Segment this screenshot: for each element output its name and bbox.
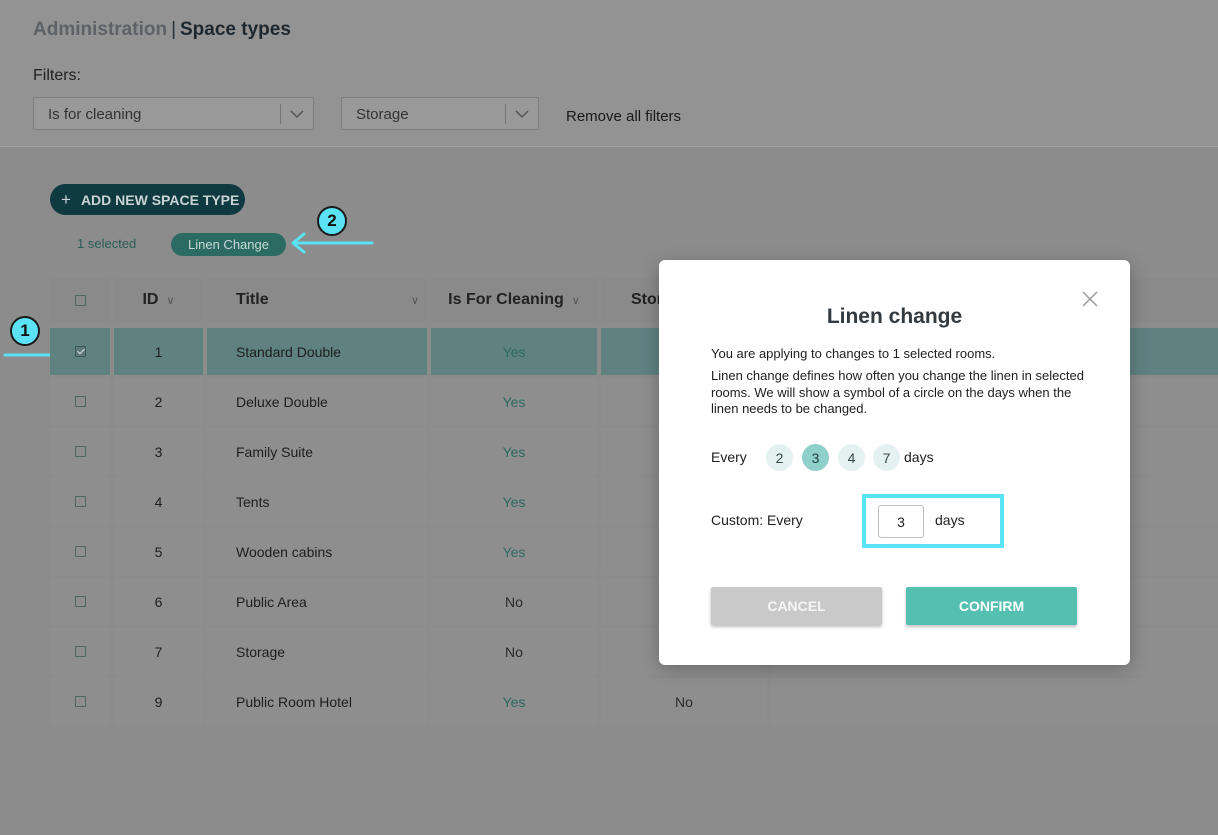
modal-description: Linen change defines how often you chang…	[711, 368, 1084, 416]
chevron-down-icon	[515, 110, 529, 119]
row-checkbox-cell[interactable]	[50, 578, 110, 625]
annotation-arrow-left-icon	[291, 232, 374, 254]
table-row[interactable]: 9 Public Room Hotel Yes No	[50, 678, 1218, 728]
row-checkbox[interactable]	[74, 546, 86, 557]
row-id: 2	[114, 378, 203, 425]
modal-title: Linen change	[826, 305, 963, 328]
frequency-option-3[interactable]: 3	[802, 444, 829, 471]
row-checkbox-cell[interactable]	[50, 628, 110, 675]
row-storage: No	[601, 678, 767, 725]
header-title[interactable]: Title ∨	[207, 278, 427, 322]
breadcrumb-separator: |	[171, 19, 176, 40]
row-id: 1	[114, 328, 203, 375]
row-cleaning: Yes	[431, 478, 597, 525]
linen-change-modal: Linen change You are applying to changes…	[659, 260, 1130, 665]
page-title: Space types	[180, 19, 291, 40]
row-extra	[771, 678, 1218, 725]
days-label: days	[904, 449, 934, 465]
row-title: Tents	[207, 478, 427, 525]
row-checkbox-cell[interactable]	[50, 378, 110, 425]
row-title: Public Room Hotel	[207, 678, 427, 725]
frequency-option-7[interactable]: 7	[873, 444, 900, 471]
row-cleaning: No	[431, 578, 597, 625]
custom-days-input[interactable]	[878, 505, 924, 538]
header-is-for-cleaning[interactable]: Is For Cleaning ∨	[431, 278, 597, 322]
row-cleaning: Yes	[431, 378, 597, 425]
row-title: Storage	[207, 628, 427, 675]
every-label: Every	[711, 449, 747, 465]
row-checkbox[interactable]	[74, 446, 86, 457]
breadcrumb: Administration | Space types	[33, 19, 291, 41]
row-id: 9	[114, 678, 203, 725]
row-id: 6	[114, 578, 203, 625]
row-id: 4	[114, 478, 203, 525]
header-cleaning-label: Is For Cleaning	[448, 291, 564, 308]
header-id[interactable]: ID ∨	[114, 278, 203, 322]
custom-days-label: days	[935, 512, 965, 528]
remove-all-filters-link[interactable]: Remove all filters	[566, 108, 681, 125]
row-checkbox[interactable]	[74, 496, 86, 507]
frequency-options: Every 2 3 4 7 days	[711, 444, 1091, 472]
filters-label: Filters:	[33, 67, 81, 84]
select-divider	[505, 104, 506, 124]
row-checkbox[interactable]	[74, 646, 86, 657]
row-cleaning: Yes	[431, 328, 597, 375]
plus-icon: +	[61, 189, 71, 209]
row-cleaning: Yes	[431, 428, 597, 475]
frequency-option-2[interactable]: 2	[766, 444, 793, 471]
header-title-label: Title	[236, 291, 269, 308]
cancel-button[interactable]: CANCEL	[711, 587, 882, 625]
filter-select-cleaning[interactable]: Is for cleaning	[33, 97, 314, 130]
row-id: 3	[114, 428, 203, 475]
select-divider	[280, 104, 281, 124]
row-title: Public Area	[207, 578, 427, 625]
row-checkbox-cell[interactable]	[50, 528, 110, 575]
filter-select-value: Storage	[356, 106, 409, 123]
chevron-down-icon	[290, 110, 304, 119]
header-select-all[interactable]	[50, 278, 110, 322]
row-checkbox-cell[interactable]	[50, 678, 110, 725]
row-cleaning: No	[431, 628, 597, 675]
breadcrumb-parent[interactable]: Administration	[33, 19, 167, 40]
row-checkbox[interactable]	[74, 696, 86, 707]
row-cleaning: Yes	[431, 678, 597, 725]
sort-chevron-icon: ∨	[166, 294, 175, 307]
header-id-label: ID	[142, 291, 159, 308]
add-space-type-button[interactable]: + ADD NEW SPACE TYPE	[50, 184, 245, 215]
row-checkbox[interactable]	[74, 396, 86, 407]
row-checkbox[interactable]	[74, 596, 86, 607]
linen-change-chip[interactable]: Linen Change	[171, 233, 286, 256]
row-id: 5	[114, 528, 203, 575]
select-all-checkbox[interactable]	[74, 294, 86, 306]
row-checkbox-cell[interactable]	[50, 478, 110, 525]
selected-count: 1 selected	[77, 236, 137, 251]
row-title: Standard Double	[207, 328, 427, 375]
row-title: Family Suite	[207, 428, 427, 475]
row-checkbox-cell[interactable]	[50, 328, 110, 375]
add-space-type-label: ADD NEW SPACE TYPE	[80, 191, 240, 208]
row-id: 7	[114, 628, 203, 675]
frequency-option-4[interactable]: 4	[838, 444, 865, 471]
modal-intro: You are applying to changes to 1 selecte…	[711, 346, 996, 361]
row-title: Wooden cabins	[207, 528, 427, 575]
custom-label: Custom: Every	[711, 512, 803, 528]
sort-chevron-icon: ∨	[571, 294, 580, 307]
row-checkbox-cell[interactable]	[50, 428, 110, 475]
row-title: Deluxe Double	[207, 378, 427, 425]
row-cleaning: Yes	[431, 528, 597, 575]
filter-bar: Administration | Space types Filters: Is f…	[0, 0, 1218, 147]
filter-select-value: Is for cleaning	[48, 106, 142, 123]
sort-chevron-icon: ∨	[410, 294, 419, 307]
annotation-badge-1: 1	[10, 316, 40, 346]
row-checkbox[interactable]	[74, 346, 86, 357]
filter-select-storage[interactable]: Storage	[341, 97, 539, 130]
confirm-button[interactable]: CONFIRM	[906, 587, 1077, 625]
